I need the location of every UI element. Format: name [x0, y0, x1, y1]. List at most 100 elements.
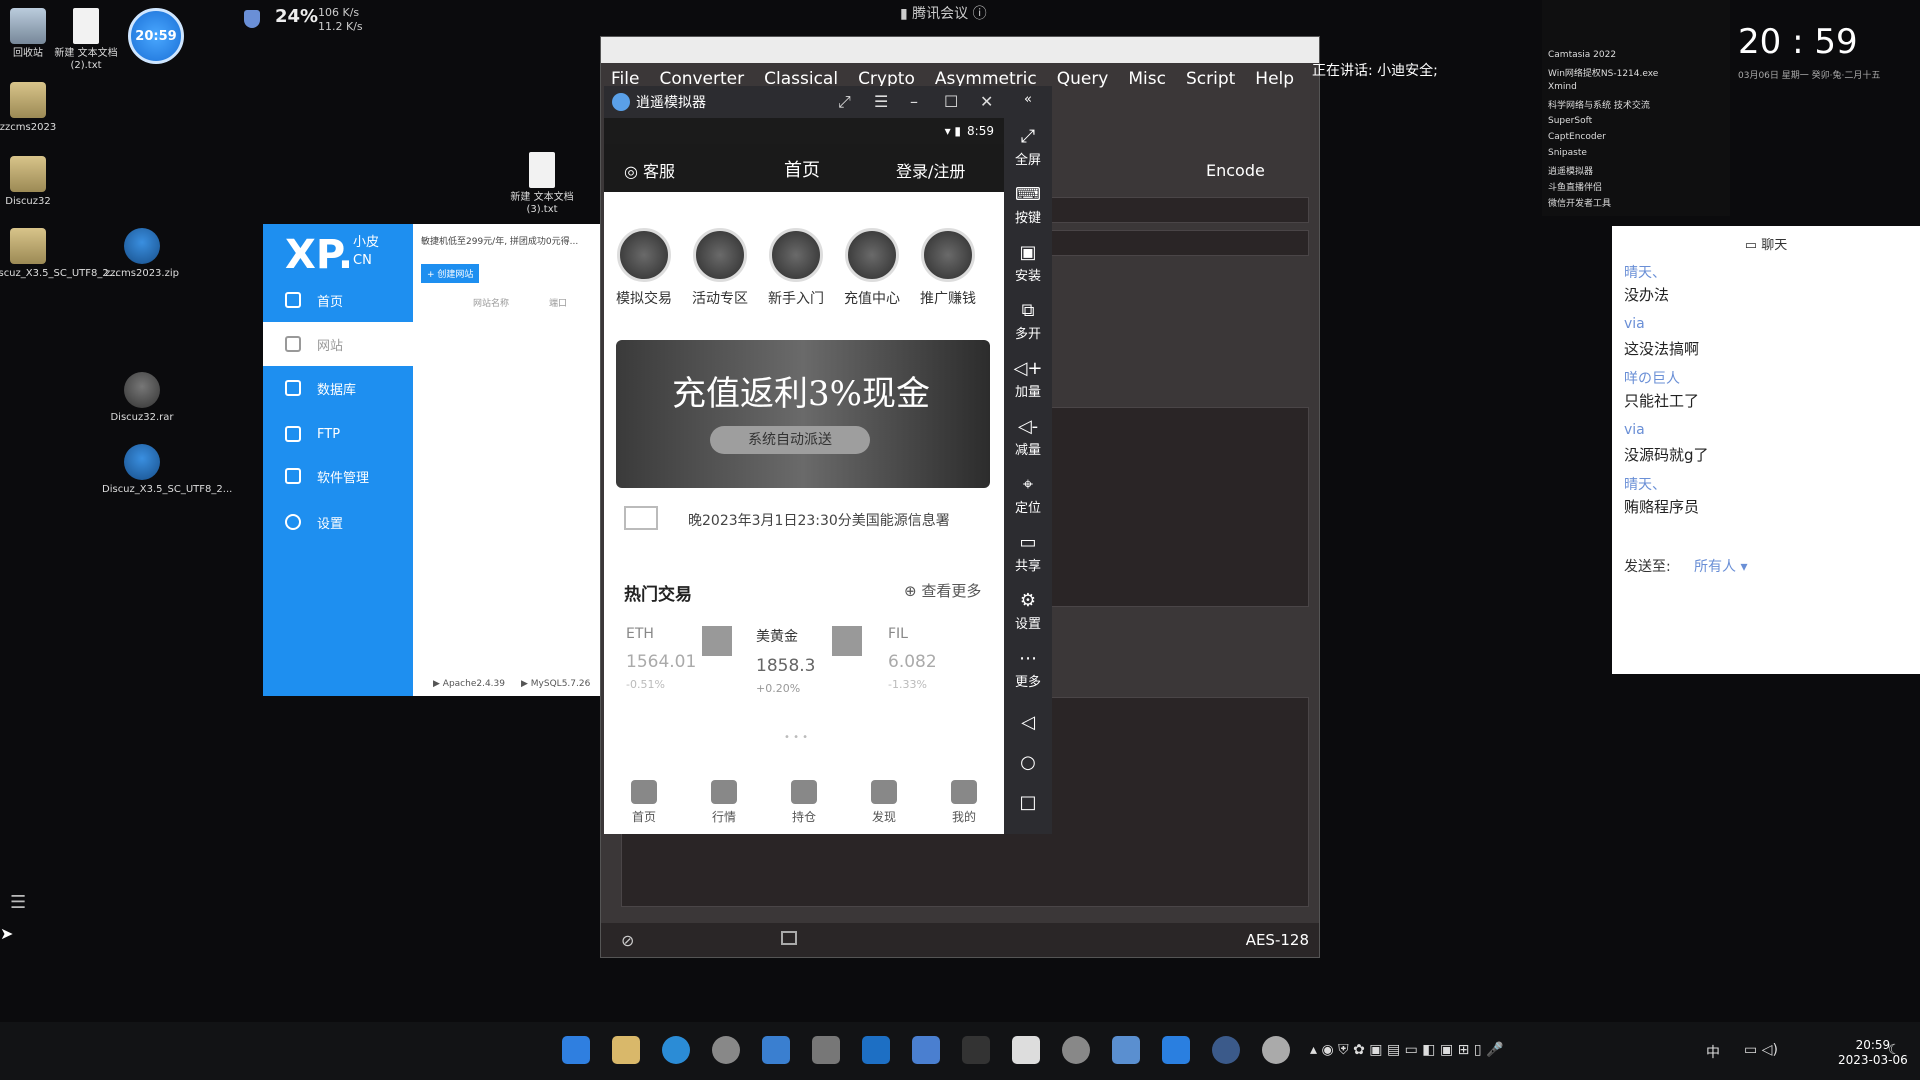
- xp-nav-software[interactable]: 软件管理: [263, 454, 413, 498]
- promo-banner[interactable]: 充值返利3%现金 系统自动派送: [616, 340, 990, 488]
- side-share[interactable]: ▭ 共享: [1004, 532, 1052, 574]
- desktop-icon-discuz-folder[interactable]: Discuz32: [0, 156, 68, 208]
- launcher-item[interactable]: 微信开发者工具: [1548, 196, 1611, 209]
- chrome-icon[interactable]: [712, 1036, 740, 1064]
- xp-nav-website[interactable]: 网站: [263, 322, 413, 366]
- side-location[interactable]: ⌖ 定位: [1004, 474, 1052, 516]
- desktop-icon-text-file-3[interactable]: 新建 文本文档 (3).txt: [502, 152, 582, 216]
- xp-nav-ftp[interactable]: FTP: [263, 412, 413, 456]
- menu-classical[interactable]: Classical: [764, 69, 838, 89]
- system-tray-icons[interactable]: ▴ ◉ ⛨ ✿ ▣ ▤ ▭ ◧ ▣ ⊞ ▯ 🎤: [1310, 1042, 1503, 1058]
- launcher-item[interactable]: Xmind: [1548, 82, 1577, 92]
- emulator-taskbar-icon[interactable]: [1112, 1036, 1140, 1064]
- coin-fil[interactable]: FIL 6.082 -1.33%: [888, 626, 937, 691]
- menu-converter[interactable]: Converter: [659, 69, 744, 89]
- banner-button[interactable]: 系统自动派送: [710, 426, 870, 454]
- maximize-icon[interactable]: ☐: [944, 92, 958, 111]
- settings-icon[interactable]: [1062, 1036, 1090, 1064]
- side-more[interactable]: ⋯ 更多: [1004, 648, 1052, 690]
- window-icon[interactable]: [781, 931, 797, 945]
- file-explorer-icon[interactable]: [612, 1036, 640, 1064]
- app-icon[interactable]: [1262, 1036, 1290, 1064]
- menu-asymmetric[interactable]: Asymmetric: [935, 69, 1037, 89]
- input-textarea[interactable]: [1021, 407, 1309, 607]
- list-icon[interactable]: ☰: [10, 892, 26, 913]
- recents-icon[interactable]: □: [1004, 792, 1052, 813]
- quick-promote[interactable]: 推广赚钱: [910, 228, 986, 308]
- desktop-icon-discuz-zip[interactable]: Discuz_X3.5_SC_UTF8_2...: [102, 444, 232, 496]
- app-icon[interactable]: [962, 1036, 990, 1064]
- launcher-item[interactable]: SuperSoft: [1548, 116, 1592, 126]
- side-vol-down[interactable]: ◁- 减量: [1004, 416, 1052, 458]
- menu-crypto[interactable]: Crypto: [858, 69, 915, 89]
- send-to-select[interactable]: 所有人 ▾: [1694, 556, 1747, 576]
- service-button[interactable]: ◎ 客服: [624, 158, 675, 182]
- side-multi[interactable]: ⧉ 多开: [1004, 300, 1052, 342]
- desktop-icon-zzcms-folder[interactable]: zzcms2023: [0, 82, 68, 134]
- notepad-icon[interactable]: [912, 1036, 940, 1064]
- side-vol-up[interactable]: ◁+ 加量: [1004, 358, 1052, 400]
- tab-market[interactable]: 行情: [711, 774, 737, 834]
- desktop-icon-discuz-rar[interactable]: Discuz32.rar: [102, 372, 182, 424]
- side-keys[interactable]: ⌨ 按键: [1004, 184, 1052, 226]
- eye-icon[interactable]: ⊘: [621, 931, 634, 950]
- quick-sim-trade[interactable]: 模拟交易: [606, 228, 682, 308]
- quick-activity[interactable]: 活动专区: [682, 228, 758, 308]
- xp-nav-settings[interactable]: 设置: [263, 500, 413, 544]
- volume-icon[interactable]: ▭ ◁): [1744, 1042, 1778, 1058]
- launcher-item[interactable]: 逍遥模拟器: [1548, 164, 1593, 177]
- home-circle-icon[interactable]: ○: [1004, 752, 1052, 773]
- news-ticker[interactable]: 晚2023年3月1日23:30分美国能源信息署: [688, 510, 950, 530]
- notification-icon[interactable]: ☾: [1888, 1042, 1901, 1058]
- side-install[interactable]: ▣ 安装: [1004, 242, 1052, 284]
- desktop-icon-zzcms-zip[interactable]: zzcms2023.zip: [102, 228, 182, 280]
- xp-nav-home[interactable]: 首页: [263, 278, 413, 322]
- coin-eth[interactable]: ETH 1564.01 -0.51%: [626, 626, 696, 691]
- collapse-icon[interactable]: «: [1004, 92, 1052, 107]
- tab-positions[interactable]: 持仓: [791, 774, 817, 834]
- menu-misc[interactable]: Misc: [1128, 69, 1166, 89]
- app-icon[interactable]: [1212, 1036, 1240, 1064]
- launcher-item[interactable]: CaptEncoder: [1548, 132, 1606, 142]
- desktop-icon-discuz-x35-folder[interactable]: Discuz_X3.5_SC_UTF8_2...: [0, 228, 118, 280]
- launcher-item[interactable]: Camtasia 2022: [1548, 50, 1616, 60]
- launcher-item[interactable]: 斗鱼直播伴侣: [1548, 180, 1602, 193]
- menu-help[interactable]: Help: [1255, 69, 1294, 89]
- create-website-button[interactable]: + 创建网站: [421, 264, 480, 283]
- iv-input[interactable]: [1021, 230, 1309, 256]
- app-icon[interactable]: [812, 1036, 840, 1064]
- encode-label[interactable]: Encode: [1206, 161, 1265, 180]
- side-settings[interactable]: ⚙ 设置: [1004, 590, 1052, 632]
- edge-icon[interactable]: [662, 1036, 690, 1064]
- view-more-link[interactable]: ⊕ 查看更多: [904, 580, 981, 601]
- ime-indicator[interactable]: 中: [1706, 1042, 1720, 1062]
- start-icon[interactable]: [562, 1036, 590, 1064]
- home-tab[interactable]: 首页: [784, 156, 820, 182]
- launcher-item[interactable]: 科学网络与系统 技术交流: [1548, 98, 1650, 111]
- login-register-button[interactable]: 登录/注册: [896, 158, 965, 182]
- menu-script[interactable]: Script: [1186, 69, 1235, 89]
- tab-mine[interactable]: 我的: [951, 774, 977, 834]
- fullscreen-icon[interactable]: ⤢: [838, 92, 851, 112]
- app-icon[interactable]: [762, 1036, 790, 1064]
- app-icon[interactable]: [1012, 1036, 1040, 1064]
- close-icon[interactable]: ✕: [980, 92, 993, 111]
- menu-query[interactable]: Query: [1057, 69, 1109, 89]
- desktop-icon-text-file[interactable]: 新建 文本文档 (2).txt: [46, 8, 126, 72]
- meeting-app-icon[interactable]: [862, 1036, 890, 1064]
- launcher-item[interactable]: Win网络提权NS-1214.exe: [1548, 66, 1658, 79]
- launcher-item[interactable]: Snipaste: [1548, 148, 1587, 158]
- coin-gold[interactable]: 美黄金 1858.3 +0.20%: [756, 626, 815, 695]
- xp-nav-database[interactable]: 数据库: [263, 366, 413, 410]
- tab-discover[interactable]: 发现: [871, 774, 897, 834]
- tab-home[interactable]: 首页: [631, 774, 657, 834]
- quick-beginner[interactable]: 新手入门: [758, 228, 834, 308]
- menu-file[interactable]: File: [611, 69, 639, 89]
- side-fullscreen[interactable]: ⤢ 全屏: [1004, 126, 1052, 168]
- minimize-icon[interactable]: –: [910, 92, 918, 111]
- p-app-icon[interactable]: [1162, 1036, 1190, 1064]
- key-input[interactable]: [1021, 197, 1309, 223]
- menu-icon[interactable]: ☰: [874, 92, 888, 111]
- back-icon[interactable]: ◁: [1004, 712, 1052, 733]
- quick-recharge[interactable]: 充值中心: [834, 228, 910, 308]
